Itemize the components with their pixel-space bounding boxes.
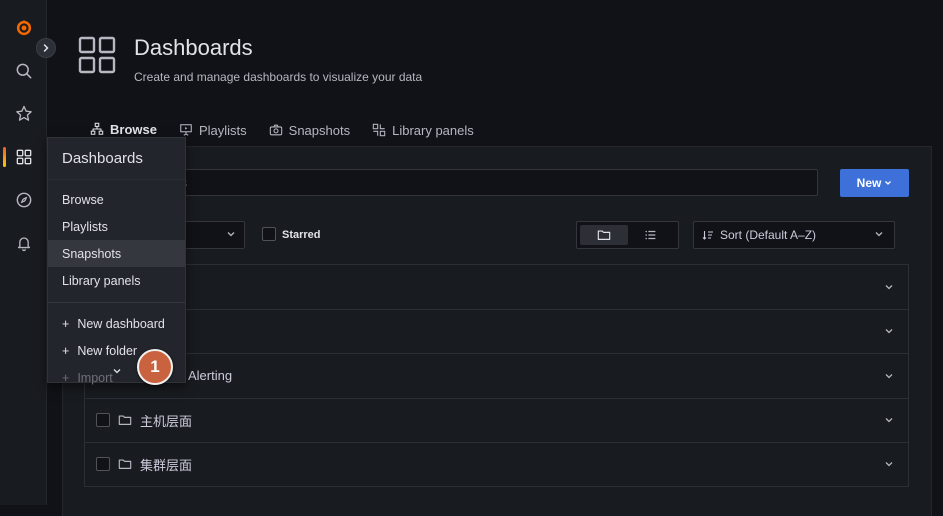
- folder-list: Alerting 主机层面 集群层面: [84, 264, 909, 487]
- menu-item-snapshots[interactable]: Snapshots: [48, 240, 185, 267]
- tab-library-panels[interactable]: Library panels: [370, 116, 482, 144]
- explore-compass-icon[interactable]: [0, 180, 47, 220]
- dropdown-header[interactable]: Dashboards: [48, 138, 185, 180]
- chevron-down-icon: [885, 462, 893, 467]
- step-number-badge: 1: [137, 349, 173, 385]
- menu-divider: [48, 302, 185, 303]
- folder-icon: [118, 459, 132, 470]
- folder-icon: [118, 415, 132, 426]
- expand-menu-button[interactable]: [36, 38, 56, 58]
- sort-label: Sort (Default A–Z): [720, 228, 817, 242]
- chevron-down-icon: [227, 232, 235, 237]
- library-panel-icon: [372, 123, 386, 137]
- folder-name: Alerting: [188, 368, 233, 384]
- folder-row[interactable]: 集群层面: [84, 442, 909, 487]
- folder-name: 主机层面: [140, 413, 193, 429]
- starred-label: Starred: [282, 229, 321, 241]
- menu-item-label: New dashboard: [77, 317, 165, 331]
- folder-name: 集群层面: [140, 457, 193, 473]
- view-toggle: [576, 221, 679, 249]
- page-subtitle: Create and manage dashboards to visualiz…: [134, 70, 423, 84]
- tab-label: Snapshots: [288, 122, 351, 138]
- tab-playlists[interactable]: Playlists: [177, 116, 255, 144]
- chevron-down-icon: [885, 329, 893, 334]
- sort-select[interactable]: Sort (Default A–Z): [693, 221, 895, 249]
- chevron-down-icon: [113, 369, 121, 374]
- new-button[interactable]: New: [840, 169, 909, 197]
- dashboards-header-icon: [78, 36, 116, 74]
- search-input[interactable]: oards: [146, 169, 818, 196]
- page-title: Dashboards: [134, 35, 253, 60]
- folder-row[interactable]: [84, 308, 909, 353]
- chevron-right-icon: [43, 44, 49, 52]
- search-icon[interactable]: [0, 51, 47, 91]
- dashboards-dropdown-menu: Dashboards Browse Playlists Snapshots Li…: [47, 137, 186, 385]
- plus-icon: +: [62, 317, 70, 331]
- tab-snapshots[interactable]: Snapshots: [267, 116, 358, 144]
- folder-checkbox[interactable]: [96, 457, 110, 472]
- chevron-down-icon: [885, 284, 893, 290]
- folder-row[interactable]: 主机层面: [84, 397, 909, 442]
- menu-item-new-dashboard[interactable]: + New dashboard: [48, 310, 185, 337]
- sort-icon: [702, 231, 713, 240]
- plus-icon: +: [62, 344, 70, 358]
- plus-icon: +: [62, 371, 70, 385]
- list-view-button[interactable]: [628, 225, 676, 245]
- camera-icon: [269, 124, 282, 136]
- dashboards-grid-icon[interactable]: [0, 137, 47, 177]
- menu-item-browse[interactable]: Browse: [48, 186, 185, 213]
- side-menu: [0, 0, 47, 505]
- chevron-down-icon: [885, 418, 893, 423]
- chevron-down-icon: [885, 181, 892, 185]
- menu-item-playlists[interactable]: Playlists: [48, 213, 185, 240]
- list-icon: [645, 230, 656, 240]
- folder-view-button[interactable]: [580, 225, 628, 245]
- menu-item-library-panels[interactable]: Library panels: [48, 267, 185, 294]
- presentation-play-icon: [180, 124, 192, 136]
- tab-label: Browse: [110, 121, 157, 137]
- folder-checkbox[interactable]: [96, 413, 110, 428]
- new-button-label: New: [856, 176, 882, 190]
- star-icon[interactable]: [0, 94, 47, 134]
- folder-row[interactable]: [84, 264, 909, 309]
- sitemap-icon: [90, 122, 104, 135]
- menu-item-label: Import: [77, 371, 113, 385]
- folder-icon: [597, 230, 611, 240]
- tab-label: Library panels: [392, 122, 474, 138]
- chevron-down-icon: [875, 232, 883, 237]
- alerting-bell-icon[interactable]: [0, 223, 47, 263]
- folder-row[interactable]: Alerting: [84, 353, 909, 398]
- chevron-down-icon: [885, 373, 893, 379]
- starred-checkbox[interactable]: [262, 227, 276, 241]
- tab-label: Playlists: [198, 122, 247, 138]
- menu-item-label: New folder: [77, 344, 138, 358]
